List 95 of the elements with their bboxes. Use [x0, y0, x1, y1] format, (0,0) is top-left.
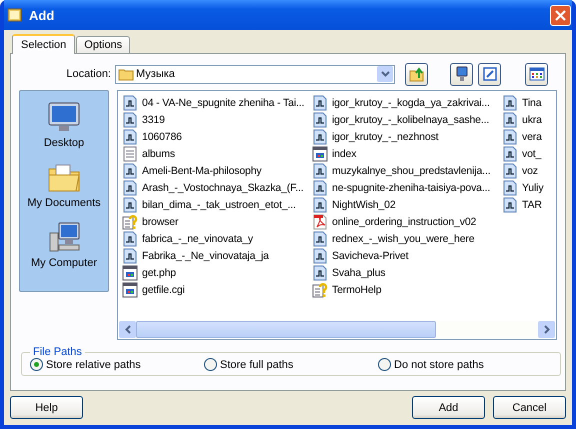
tab[interactable]: Selection — [12, 34, 76, 54]
horizontal-scrollbar[interactable] — [119, 321, 555, 338]
file-item[interactable]: muzykalnye_shou_predstavlenija... — [312, 162, 502, 179]
help-file-icon — [122, 214, 138, 230]
audio-file-icon — [122, 230, 138, 246]
audio-file-icon — [502, 112, 518, 128]
chevron-down-icon — [380, 71, 390, 77]
audio-file-icon — [312, 264, 328, 280]
file-item[interactable]: fabrica_-_ne_vinovata_y — [122, 230, 312, 247]
new-folder-button[interactable] — [478, 62, 501, 86]
close-icon — [555, 10, 566, 20]
audio-file-icon — [312, 128, 328, 144]
web-file-icon — [122, 264, 138, 280]
document-edit-icon — [482, 66, 498, 82]
file-item[interactable]: bilan_dima_-_tak_ustroen_etot_... — [122, 196, 312, 213]
radio-option[interactable]: Store full paths — [204, 358, 378, 371]
file-item[interactable]: albums — [122, 145, 312, 162]
dialog-button[interactable]: Cancel — [493, 396, 566, 419]
group-title: File Paths — [32, 346, 83, 358]
audio-file-icon — [312, 162, 328, 178]
audio-file-icon — [122, 248, 138, 264]
tab[interactable]: Options — [76, 36, 130, 53]
file-item[interactable]: browser — [122, 213, 312, 230]
audio-file-icon — [502, 196, 518, 212]
file-item[interactable]: Fabrika_-_Ne_vinovataja_ja — [122, 247, 312, 264]
computer-button[interactable] — [450, 62, 473, 86]
grid-view-icon — [528, 66, 544, 82]
location-dropdown[interactable]: Музыка — [115, 64, 395, 84]
audio-file-icon — [122, 94, 138, 110]
radio-option[interactable]: Store relative paths — [30, 358, 204, 371]
close-button[interactable] — [550, 4, 571, 26]
folder-icon — [118, 67, 134, 81]
file-item[interactable]: ukra — [502, 111, 544, 128]
place-item[interactable]: My Computer — [30, 221, 98, 269]
place-item[interactable]: Desktop — [44, 101, 84, 149]
location-label: Location: — [65, 68, 112, 80]
file-item[interactable]: TermoHelp — [312, 281, 502, 298]
place-item[interactable]: My Documents — [27, 161, 101, 209]
audio-file-icon — [312, 230, 328, 246]
file-item[interactable]: 3319 — [122, 111, 312, 128]
file-item[interactable]: ne-spugnite-zheniha-taisiya-pova... — [312, 179, 502, 196]
file-item[interactable]: Savicheva-Privet — [312, 247, 502, 264]
file-item[interactable]: 1060786 — [122, 128, 312, 145]
chevron-left-icon — [124, 325, 130, 334]
audio-file-icon — [122, 162, 138, 178]
up-folder-button[interactable] — [405, 62, 428, 86]
window-title: Add — [29, 8, 56, 22]
audio-file-icon — [312, 196, 328, 212]
chevron-right-icon — [544, 325, 550, 334]
file-item[interactable]: Svaha_plus — [312, 264, 502, 281]
file-item[interactable]: getfile.cgi — [122, 281, 312, 298]
file-item[interactable]: voz — [502, 162, 544, 179]
window-icon — [7, 7, 23, 23]
file-item[interactable]: Yuliy — [502, 179, 544, 196]
monitor-icon — [454, 66, 470, 82]
pdf-file-icon — [312, 214, 328, 230]
file-item[interactable]: TAR — [502, 196, 544, 213]
text-file-icon — [122, 146, 138, 162]
audio-file-icon — [312, 248, 328, 264]
file-item[interactable]: igor_krutoy_-_nezhnost — [312, 128, 502, 145]
audio-file-icon — [122, 196, 138, 212]
file-item[interactable]: vera — [502, 128, 544, 145]
audio-file-icon — [502, 128, 518, 144]
file-item[interactable]: online_ordering_instruction_v02 — [312, 213, 502, 230]
file-item[interactable]: Ameli-Bent-Ma-philosophy — [122, 162, 312, 179]
audio-file-icon — [502, 146, 518, 162]
file-item[interactable]: get.php — [122, 264, 312, 281]
computer-icon — [47, 221, 81, 253]
audio-file-icon — [502, 180, 518, 196]
web-file-icon — [312, 146, 328, 162]
help-button[interactable]: Help — [10, 396, 83, 419]
file-item[interactable]: Arash_-_Vostochnaya_Skazka_(F... — [122, 179, 312, 196]
audio-file-icon — [122, 180, 138, 196]
audio-file-icon — [122, 128, 138, 144]
file-item[interactable]: vot_ — [502, 145, 544, 162]
audio-file-icon — [502, 162, 518, 178]
file-item[interactable]: Tina — [502, 94, 544, 111]
audio-file-icon — [122, 112, 138, 128]
audio-file-icon — [312, 112, 328, 128]
audio-file-icon — [312, 180, 328, 196]
dialog-button[interactable]: Add — [412, 396, 485, 419]
view-menu-button[interactable] — [525, 62, 548, 86]
file-item[interactable]: NightWish_02 — [312, 196, 502, 213]
file-item[interactable]: igor_krutoy_-_kolibelnaya_sashe... — [312, 111, 502, 128]
audio-file-icon — [502, 94, 518, 110]
help-file-icon — [312, 282, 328, 298]
folder-up-icon — [408, 66, 424, 82]
radio-option[interactable]: Do not store paths — [378, 358, 552, 371]
monitor-icon — [46, 101, 81, 133]
web-file-icon — [122, 282, 138, 298]
file-item[interactable]: igor_krutoy_-_kogda_ya_zakrivai... — [312, 94, 502, 111]
file-item[interactable]: 04 - VA-Ne_spugnite zheniha - Tai... — [122, 94, 312, 111]
audio-file-icon — [312, 94, 328, 110]
file-item[interactable]: rednex_-_wish_you_were_here — [312, 230, 502, 247]
file-item[interactable]: index — [312, 145, 502, 162]
